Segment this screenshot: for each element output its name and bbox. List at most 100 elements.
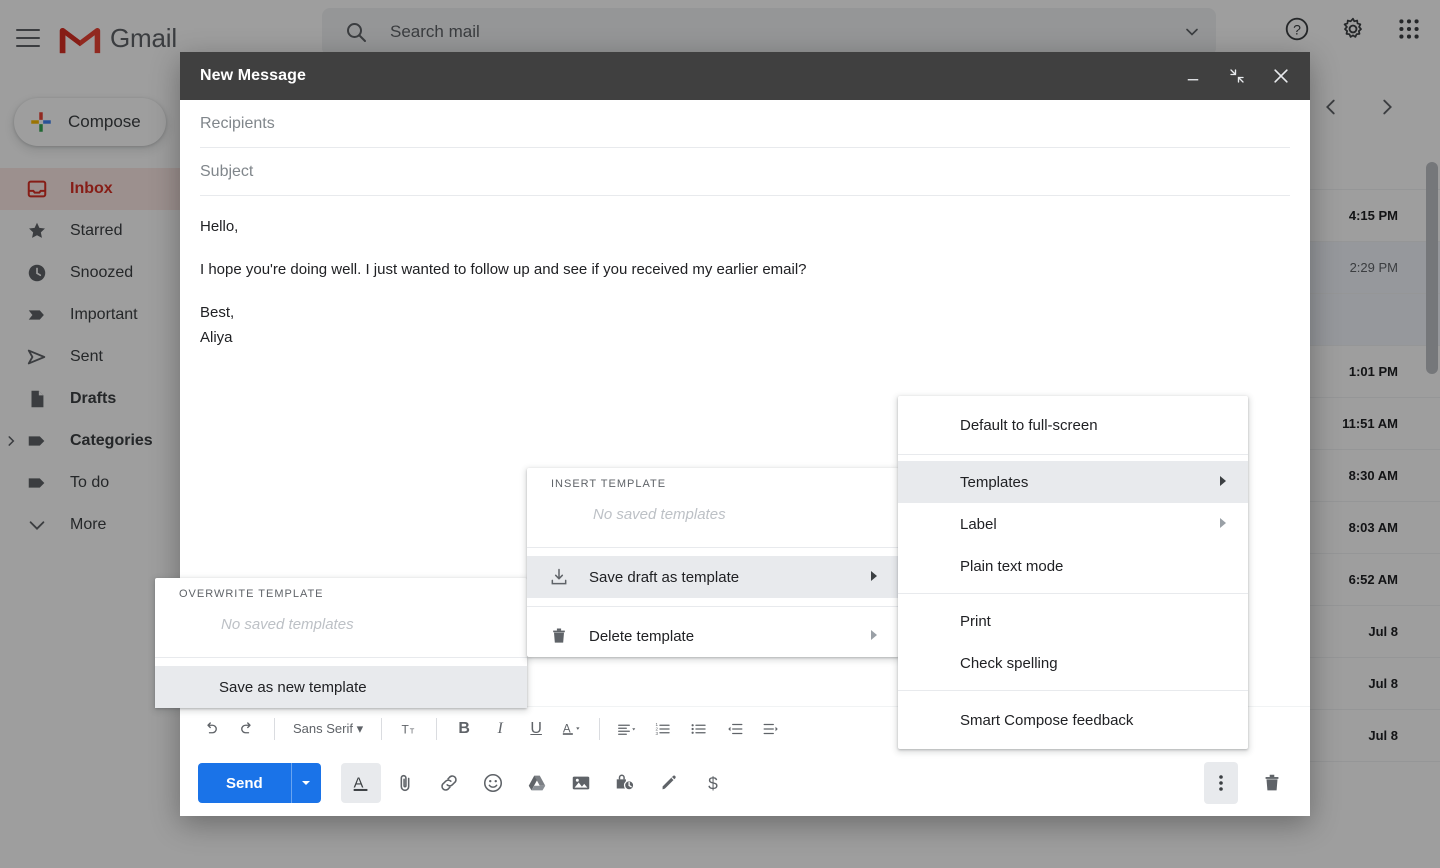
italic-icon[interactable]: I [483, 713, 517, 745]
bulleted-list-icon[interactable] [682, 713, 716, 745]
menu-item-plain-text-mode[interactable]: Plain text mode [898, 545, 1248, 587]
confidential-mode-icon[interactable] [605, 763, 645, 803]
insert-drive-icon[interactable] [517, 763, 557, 803]
attach-file-icon[interactable] [385, 763, 425, 803]
sidebar-item-label: Important [70, 306, 138, 323]
redo-icon[interactable] [230, 713, 264, 745]
gmail-wordmark: Gmail [110, 22, 177, 53]
close-icon[interactable] [1266, 61, 1296, 91]
compose-title-bar: New Message [180, 52, 1310, 100]
body-line: Aliya [200, 329, 233, 346]
clock-icon [28, 264, 46, 282]
chevron-right-icon[interactable] [4, 434, 18, 448]
toolbar-divider [274, 717, 275, 740]
menu-item-default-to-full-screen[interactable]: Default to full-screen [898, 404, 1248, 446]
undo-icon[interactable] [194, 713, 228, 745]
send-icon [27, 349, 46, 365]
important-icon [28, 310, 44, 320]
request-money-icon[interactable]: $ [693, 763, 733, 803]
text-color-icon[interactable]: A [555, 713, 589, 745]
menu-item-label: Label [960, 515, 997, 533]
underline-icon[interactable]: U [519, 713, 553, 745]
menu-item-smart-compose-feedback[interactable]: Smart Compose feedback [898, 699, 1248, 741]
menu-item-label: Check spelling [960, 654, 1058, 672]
insert-photo-icon[interactable] [561, 763, 601, 803]
hamburger-icon[interactable] [16, 29, 40, 47]
list-scrollbar[interactable] [1426, 162, 1438, 374]
menu-item-label[interactable]: Label [898, 503, 1248, 545]
help-icon[interactable]: ? [1284, 16, 1310, 42]
sidebar-item-label: Sent [70, 348, 103, 365]
subject-field[interactable]: Subject [200, 148, 1290, 196]
menu-divider [527, 547, 899, 548]
more-options-icon[interactable] [1204, 762, 1238, 804]
menu-item-save-draft-as-template[interactable]: Save draft as template [527, 556, 899, 598]
minimize-icon[interactable] [1178, 61, 1208, 91]
draft-icon [31, 390, 44, 408]
font-family-icon[interactable]: Sans Serif ▾ [285, 713, 371, 745]
row-timestamp: Jul 8 [1368, 624, 1398, 639]
svg-text:$: $ [708, 773, 718, 793]
insert-template-section-title: INSERT TEMPLATE [551, 478, 667, 490]
recipients-field[interactable]: Recipients [200, 100, 1290, 148]
label-icon [28, 478, 45, 488]
row-timestamp: 8:03 AM [1348, 520, 1398, 535]
compose-secondary-actions [1204, 762, 1292, 804]
sidebar-item-label: Snoozed [70, 264, 134, 281]
templates-menu: INSERT TEMPLATE No saved templates Save … [527, 468, 899, 657]
gmail-m-icon [59, 27, 101, 53]
menu-item-templates[interactable]: Templates [898, 461, 1248, 503]
sidebar-item-label: Categories [70, 432, 153, 449]
compose-window-actions [1178, 61, 1296, 91]
chevron-right-icon [1189, 474, 1228, 491]
top-bar-actions: ? [1284, 16, 1422, 42]
row-timestamp: Jul 8 [1368, 676, 1398, 691]
label-icon [28, 436, 45, 446]
row-timestamp: 2:29 PM [1349, 260, 1398, 275]
gmail-logo[interactable]: Gmail [58, 22, 238, 55]
font-size-icon[interactable]: TT [392, 713, 426, 745]
chevron-right-icon[interactable] [1376, 96, 1398, 118]
insert-signature-icon[interactable] [649, 763, 689, 803]
toolbar-divider [381, 717, 383, 740]
menu-item-delete-template[interactable]: Delete template [527, 615, 899, 657]
overwrite-template-menu: OVERWRITE TEMPLATE No saved templates Sa… [155, 578, 527, 708]
chevron-right-icon [1189, 516, 1228, 533]
plus-icon [31, 112, 51, 132]
menu-item-label: Delete template [589, 627, 695, 645]
insert-emoji-icon[interactable] [473, 763, 513, 803]
svg-text:?: ? [1293, 21, 1301, 37]
body-line: Best, [200, 304, 235, 321]
bold-icon[interactable]: B [447, 713, 481, 745]
compose-action-bar: Send A $ [180, 750, 1310, 816]
formatting-options-icon[interactable]: A [340, 763, 381, 803]
gear-icon[interactable] [1340, 16, 1366, 42]
indent-more-icon[interactable] [754, 713, 788, 745]
svg-text:T: T [410, 726, 415, 735]
menu-item-check-spelling[interactable]: Check spelling [898, 642, 1248, 684]
compose-button[interactable]: Compose [14, 98, 166, 146]
trash-icon[interactable] [1252, 763, 1292, 803]
menu-item-print[interactable]: Print [898, 600, 1248, 642]
sidebar-item-label: Drafts [70, 390, 117, 407]
apps-grid-icon[interactable] [1396, 16, 1422, 42]
send-button[interactable]: Send [198, 763, 321, 803]
chevron-left-icon[interactable] [1320, 96, 1342, 118]
insert-link-icon[interactable] [429, 763, 469, 803]
search-bar[interactable] [322, 8, 1216, 56]
chevron-down-icon[interactable] [1182, 22, 1202, 42]
star-icon [29, 222, 45, 238]
exit-full-screen-icon[interactable] [1222, 61, 1252, 91]
indent-less-icon[interactable] [718, 713, 752, 745]
search-input[interactable] [390, 22, 1182, 42]
subject-placeholder: Subject [200, 162, 254, 180]
sidebar-item-label: To do [70, 474, 110, 491]
menu-item-save-as-new-template[interactable]: Save as new template [155, 666, 527, 708]
trash-icon [549, 626, 569, 646]
menu-divider [527, 606, 899, 607]
row-timestamp: 1:01 PM [1348, 364, 1398, 379]
align-icon[interactable] [610, 713, 644, 745]
numbered-list-icon[interactable]: 1 2 3 [646, 713, 680, 745]
overwrite-template-empty-text: No saved templates [221, 616, 354, 633]
send-options-caret-icon[interactable] [290, 763, 321, 803]
